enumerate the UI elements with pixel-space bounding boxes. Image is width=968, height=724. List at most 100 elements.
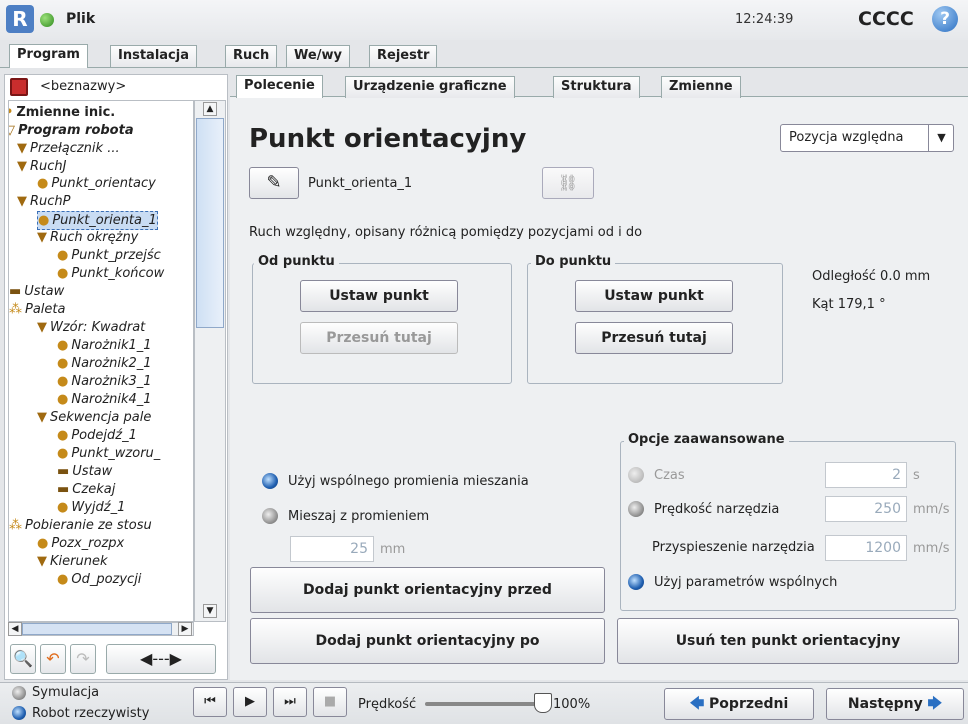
- remove-waypoint-button[interactable]: Usuń ten punkt orientacyjny: [617, 618, 959, 664]
- distance-readout: Odległość 0.0 mm: [812, 269, 931, 284]
- page-title: Punkt orientacyjny: [249, 124, 527, 154]
- tree-item[interactable]: ▼ RuchJ: [17, 158, 67, 175]
- tree-item[interactable]: ▬ Ustaw: [9, 283, 64, 300]
- tree-item[interactable]: ● Punkt_wzoru_: [57, 445, 160, 462]
- program-name: <beznazwy>: [40, 79, 127, 94]
- speed-slider[interactable]: [425, 702, 545, 706]
- tree-item-selected[interactable]: ● Punkt_orienta_1: [37, 211, 158, 230]
- rewind-icon[interactable]: ⏮: [193, 687, 227, 717]
- move-to-to-button[interactable]: Przesuń tutaj: [575, 322, 733, 354]
- link-button[interactable]: ⛓: [542, 167, 594, 199]
- tree-hscroll-thumb[interactable]: [22, 623, 172, 635]
- tree-item[interactable]: ● Punkt_orientacy: [37, 175, 156, 192]
- tree-item[interactable]: ● Narożnik2_1: [57, 355, 152, 372]
- set-from-point-button[interactable]: Ustaw punkt: [300, 280, 458, 312]
- tree-item[interactable]: ● Od_pozycji: [57, 571, 141, 588]
- tree-item[interactable]: ▼ Przełącznik ...: [17, 140, 120, 157]
- undo-icon[interactable]: ↶: [40, 644, 66, 674]
- tree-scroll-thumb[interactable]: [196, 118, 224, 328]
- tree-item[interactable]: ▽Program robota: [9, 122, 134, 139]
- from-point-label: Od punktu: [254, 254, 339, 269]
- tool-accel-field[interactable]: 1200: [825, 535, 907, 561]
- scroll-up-icon[interactable]: ▲: [203, 102, 217, 116]
- tool-speed-field[interactable]: 250: [825, 496, 907, 522]
- real-robot-label: Robot rzeczywisty: [32, 706, 150, 721]
- to-point-label: Do punktu: [531, 254, 616, 269]
- link-icon: ⛓: [557, 173, 579, 192]
- tool-accel-unit: mm/s: [913, 541, 950, 556]
- tool-speed-unit: mm/s: [913, 502, 950, 517]
- previous-button[interactable]: 🡄 Poprzedni: [664, 688, 814, 720]
- pencil-icon: ✎: [266, 172, 282, 193]
- speed-label: Prędkość: [358, 697, 417, 712]
- tree-item[interactable]: ● Wyjdź_1: [57, 499, 125, 516]
- search-icon[interactable]: 🔍: [10, 644, 36, 674]
- main-tabs-line: [0, 67, 968, 68]
- tree-item[interactable]: ▼ Sekwencja pale: [37, 409, 151, 426]
- simulation-label: Symulacja: [32, 685, 100, 700]
- shared-params-radio[interactable]: [628, 574, 644, 590]
- tab-program[interactable]: Program: [9, 44, 88, 68]
- speed-slider-handle[interactable]: [534, 693, 552, 713]
- speed-value: 100%: [553, 697, 591, 712]
- waypoint-name: Punkt_orienta_1: [308, 176, 413, 191]
- simulation-radio[interactable]: [12, 686, 26, 700]
- tree-item[interactable]: ▬ Czekaj: [57, 481, 115, 498]
- time-radio[interactable]: [628, 467, 644, 483]
- tab-variables[interactable]: Zmienne: [661, 76, 741, 98]
- tab-structure[interactable]: Struktura: [553, 76, 640, 98]
- tree-item[interactable]: ● Punkt_przejśc: [57, 247, 161, 264]
- tab-io[interactable]: We/wy: [286, 45, 350, 67]
- scroll-right-icon[interactable]: ▶: [178, 622, 192, 636]
- help-icon[interactable]: ?: [932, 6, 958, 32]
- tab-installation[interactable]: Instalacja: [110, 45, 197, 67]
- tree-item[interactable]: ⁂ Paleta: [9, 301, 65, 318]
- tree-item[interactable]: ● Podejdź_1: [57, 427, 137, 444]
- blend-radius-radio[interactable]: [262, 508, 278, 524]
- next-button[interactable]: Następny 🡆: [826, 688, 964, 720]
- top-bar: [0, 0, 968, 40]
- tab-move[interactable]: Ruch: [225, 45, 278, 67]
- program-tree[interactable]: •Zmienne inic. ▽Program robota ▼Przełącz…: [8, 100, 194, 622]
- tree-item[interactable]: ▼ Kierunek: [37, 553, 107, 570]
- tab-graphics[interactable]: Urządzenie graficzne: [345, 76, 515, 98]
- tree-item[interactable]: •Zmienne inic.: [9, 104, 115, 121]
- move-to-from-button[interactable]: Przesuń tutaj: [300, 322, 458, 354]
- tree-item[interactable]: ● Punkt_końcow: [57, 265, 164, 282]
- tree-item[interactable]: ▼ RuchP: [17, 193, 71, 210]
- add-before-button[interactable]: Dodaj punkt orientacyjny przed: [250, 567, 605, 613]
- save-icon[interactable]: [10, 78, 28, 96]
- tree-item[interactable]: ● Narożnik3_1: [57, 373, 152, 390]
- real-robot-radio[interactable]: [12, 706, 26, 720]
- tree-item[interactable]: ● Narożnik4_1: [57, 391, 152, 408]
- tree-item[interactable]: ● Narożnik1_1: [57, 337, 152, 354]
- blend-radius-field[interactable]: 25: [290, 536, 374, 562]
- description: Ruch względny, opisany różnicą pomiędzy …: [249, 225, 643, 240]
- shared-blend-radio[interactable]: [262, 473, 278, 489]
- play-icon[interactable]: ▶: [233, 687, 267, 717]
- edit-name-button[interactable]: ✎: [249, 167, 299, 199]
- tree-item[interactable]: ▼ Ruch okrężny: [37, 229, 138, 246]
- tree-item[interactable]: ▼ Wzór: Kwadrat: [37, 319, 145, 336]
- blend-radius-label: Mieszaj z promieniem: [288, 509, 430, 524]
- file-menu[interactable]: Plik: [66, 11, 95, 27]
- chevron-down-icon[interactable]: ▼: [928, 125, 954, 151]
- tool-speed-radio[interactable]: [628, 501, 644, 517]
- add-after-button[interactable]: Dodaj punkt orientacyjny po: [250, 618, 605, 664]
- step-icon[interactable]: ⏭: [273, 687, 307, 717]
- tab-command[interactable]: Polecenie: [236, 75, 323, 98]
- redo-icon[interactable]: ↷: [70, 644, 96, 674]
- tree-item[interactable]: ⁂ Pobieranie ze stosu: [9, 517, 152, 534]
- scroll-down-icon[interactable]: ▼: [203, 604, 217, 618]
- scroll-left-icon[interactable]: ◀: [8, 622, 22, 636]
- tree-item[interactable]: ● Pozx_rozpx: [37, 535, 124, 552]
- tool-speed-label: Prędkość narzędzia: [654, 502, 780, 517]
- move-node-icon[interactable]: ◀‑‑‑▶: [106, 644, 216, 674]
- set-to-point-button[interactable]: Ustaw punkt: [575, 280, 733, 312]
- tree-item[interactable]: ▬ Ustaw: [57, 463, 112, 480]
- arrow-left-icon: 🡄: [689, 696, 710, 712]
- stop-icon[interactable]: ■: [313, 687, 347, 717]
- tab-log[interactable]: Rejestr: [369, 45, 438, 67]
- robot-status-icon: [40, 13, 54, 27]
- time-field[interactable]: 2: [825, 462, 907, 488]
